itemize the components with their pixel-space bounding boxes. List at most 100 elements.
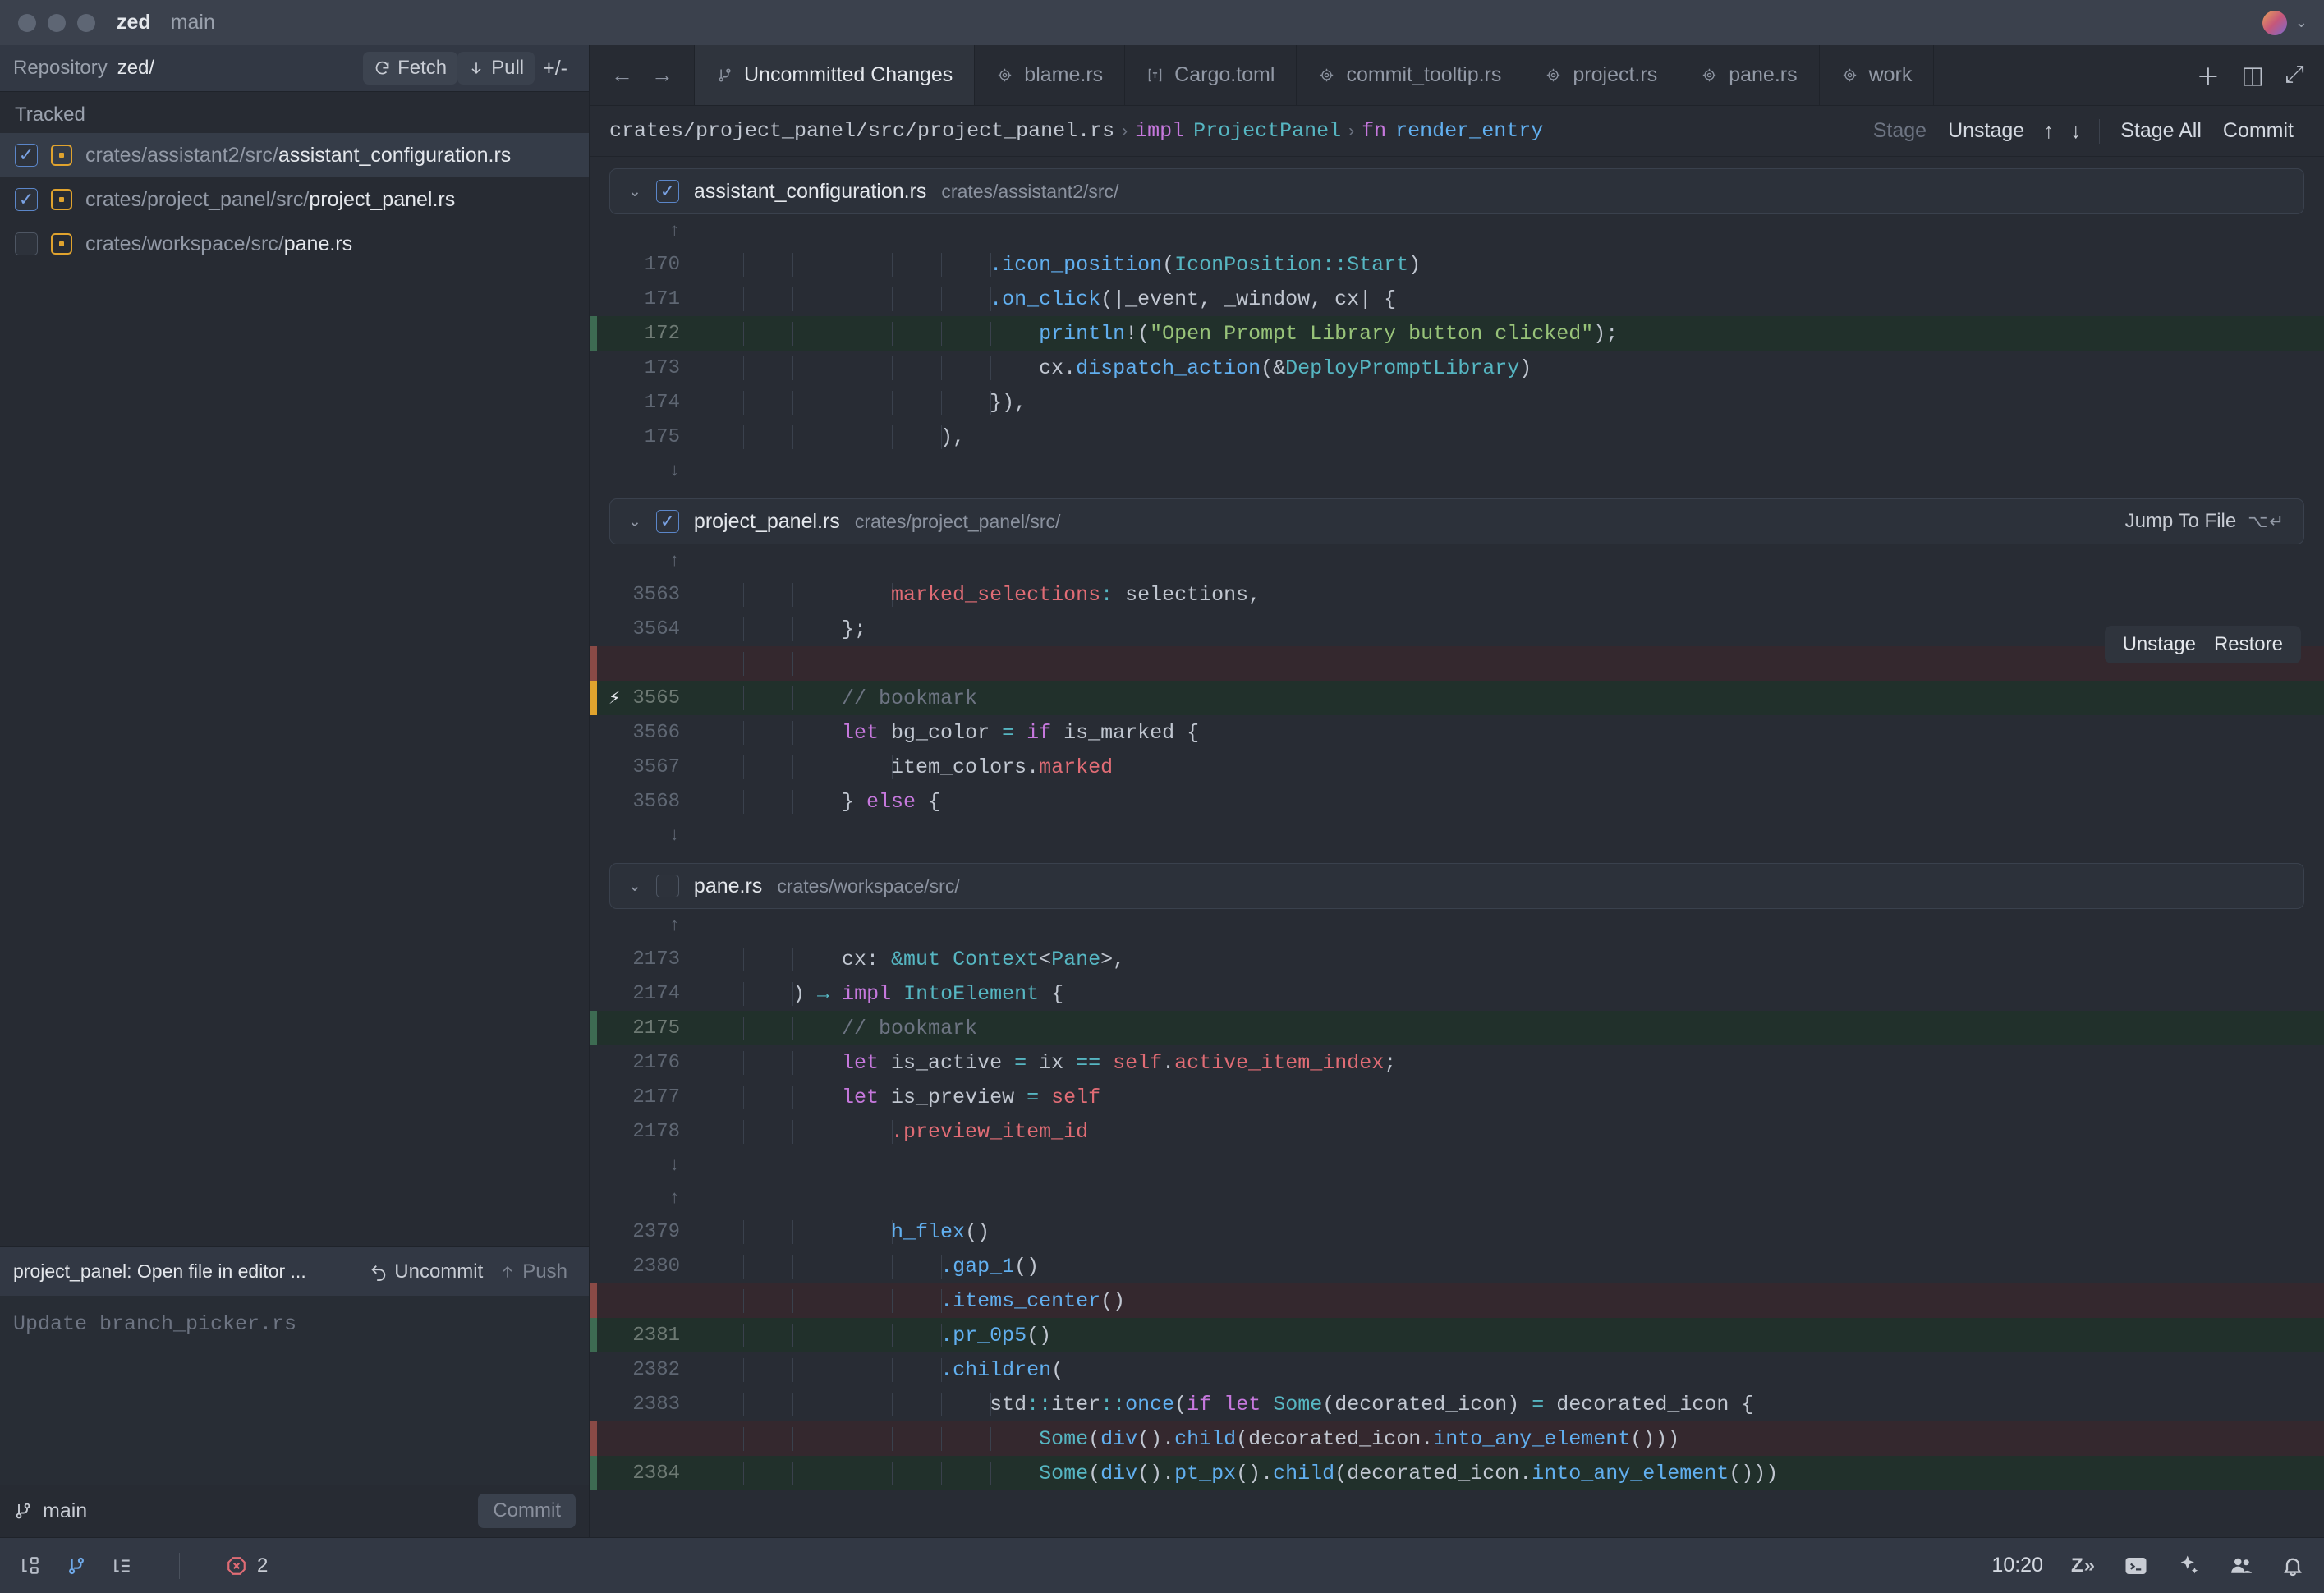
expand-hunk-button[interactable]: ↑ bbox=[590, 909, 2324, 942]
file-stage-checkbox[interactable] bbox=[15, 232, 38, 255]
commit-button[interactable]: Commit bbox=[478, 1494, 576, 1528]
diff-file-header[interactable]: ⌄ pane.rs crates/workspace/src/ bbox=[609, 863, 2304, 909]
project-name[interactable]: zed bbox=[117, 11, 151, 34]
expand-hunk-button[interactable]: ↑ bbox=[590, 214, 2324, 247]
tab-blame-rs[interactable]: blame.rs bbox=[974, 45, 1126, 105]
outline-panel-icon[interactable] bbox=[112, 1555, 133, 1577]
changed-file-row[interactable]: crates/assistant2/src/assistant_configur… bbox=[0, 133, 589, 177]
diff-line[interactable]: 2384 Some(div().pt_px().child(decorated_… bbox=[590, 1456, 2324, 1490]
git-panel-icon[interactable] bbox=[66, 1555, 87, 1577]
zed-predict-icon[interactable]: Z» bbox=[2071, 1554, 2096, 1577]
tab-uncommitted-changes[interactable]: Uncommitted Changes bbox=[694, 45, 976, 105]
diff-file-header[interactable]: ⌄ assistant_configuration.rs crates/assist… bbox=[609, 168, 2304, 214]
branch-name[interactable]: main bbox=[171, 11, 215, 34]
stage-all-button[interactable]: Stage All bbox=[2110, 119, 2212, 143]
diff-line[interactable]: 3568 } else { bbox=[590, 784, 2324, 819]
tab-project-rs[interactable]: project.rs bbox=[1523, 45, 1680, 105]
chevron-down-icon[interactable]: ⌄ bbox=[628, 877, 641, 896]
diff-line[interactable]: 2174 ) → impl IntoElement { bbox=[590, 976, 2324, 1011]
close-window-button[interactable] bbox=[18, 13, 36, 32]
tab-work[interactable]: work bbox=[1818, 45, 1935, 105]
repository-name[interactable]: zed/ bbox=[117, 57, 154, 80]
maximize-window-button[interactable] bbox=[77, 13, 95, 32]
diagnostics-status[interactable]: 2 bbox=[226, 1554, 268, 1577]
collab-people-icon[interactable] bbox=[2229, 1554, 2253, 1578]
diff-line[interactable]: 2173 cx: &mut Context<Pane>, bbox=[590, 942, 2324, 976]
diff-line[interactable]: .items_center() bbox=[590, 1283, 2324, 1318]
pull-button[interactable]: Pull bbox=[457, 52, 535, 85]
diff-line[interactable]: 175 ), bbox=[590, 420, 2324, 454]
restore-hunk-button[interactable]: Restore bbox=[2214, 633, 2283, 656]
file-stage-checkbox[interactable] bbox=[15, 188, 38, 211]
notifications-bell-icon[interactable] bbox=[2281, 1554, 2304, 1577]
unstage-hunk-button[interactable]: Unstage bbox=[2123, 633, 2196, 656]
assistant-sparkle-icon[interactable] bbox=[2176, 1554, 2201, 1578]
diff-line[interactable]: 170 .icon_position(IconPosition::Start) bbox=[590, 247, 2324, 282]
breadcrumb-fn-name[interactable]: render_entry bbox=[1395, 119, 1543, 143]
expand-hunk-button[interactable]: ↑ bbox=[590, 1182, 2324, 1214]
tab-commit-tooltip-rs[interactable]: commit_tooltip.rs bbox=[1296, 45, 1524, 105]
hunk-hover-actions[interactable]: Unstage Restore bbox=[2104, 626, 2301, 663]
expand-hunk-button[interactable]: ↓ bbox=[590, 819, 2324, 852]
unstage-button[interactable]: Unstage bbox=[1937, 119, 2035, 143]
chevron-down-icon[interactable]: ⌄ bbox=[628, 512, 641, 531]
avatar[interactable] bbox=[2262, 10, 2287, 35]
tab-cargo-toml[interactable]: Cargo.toml bbox=[1124, 45, 1297, 105]
diff-line[interactable]: 3566 let bg_color = if is_marked { bbox=[590, 715, 2324, 750]
diff-line[interactable]: 2383 std::iter::once(if let Some(decorat… bbox=[590, 1387, 2324, 1421]
diff-line[interactable]: 2380 .gap_1() bbox=[590, 1249, 2324, 1283]
diff-line[interactable]: 3563 marked_selections: selections, bbox=[590, 577, 2324, 612]
diff-line[interactable] bbox=[590, 646, 2324, 681]
diff-line[interactable]: 2382 .children( bbox=[590, 1352, 2324, 1387]
stage-button[interactable]: Stage bbox=[1862, 119, 1937, 143]
file-stage-checkbox[interactable] bbox=[15, 144, 38, 167]
diff-view[interactable]: ⌄ assistant_configuration.rs crates/assist… bbox=[590, 157, 2324, 1537]
navigate-forward-button[interactable]: → bbox=[651, 62, 673, 88]
diff-line[interactable]: 3564 }; bbox=[590, 612, 2324, 646]
diff-line[interactable]: 171 .on_click(|_event, _window, cx| { bbox=[590, 282, 2324, 316]
arrow-up-icon[interactable]: ↑ bbox=[2035, 118, 2062, 144]
fetch-button[interactable]: Fetch bbox=[363, 52, 458, 85]
diff-file-header[interactable]: ⌄ project_panel.rs crates/project_panel/sr… bbox=[609, 498, 2304, 544]
minimize-window-button[interactable] bbox=[48, 13, 66, 32]
diff-line[interactable]: 2176 let is_active = ix == self.active_i… bbox=[590, 1045, 2324, 1080]
window-controls[interactable] bbox=[18, 13, 95, 32]
project-panel-icon[interactable] bbox=[20, 1555, 41, 1577]
current-branch-label[interactable]: main bbox=[43, 1499, 87, 1523]
commit-button-toolbar[interactable]: Commit bbox=[2212, 119, 2304, 143]
diff-line[interactable]: 2379 h_flex() bbox=[590, 1214, 2324, 1249]
diff-line[interactable]: 2175 // bookmark bbox=[590, 1011, 2324, 1045]
zoom-pane-button[interactable]: ⤢ bbox=[2285, 62, 2304, 89]
breadcrumb-impl-type[interactable]: ProjectPanel bbox=[1193, 119, 1341, 143]
expand-hunk-button[interactable]: ↓ bbox=[590, 1149, 2324, 1182]
terminal-icon[interactable] bbox=[2124, 1554, 2148, 1578]
file-stage-checkbox[interactable] bbox=[655, 875, 679, 897]
diff-line[interactable]: 2177 let is_preview = self bbox=[590, 1080, 2324, 1114]
file-stage-checkbox[interactable] bbox=[655, 510, 679, 533]
changed-file-row[interactable]: crates/workspace/src/pane.rs bbox=[0, 222, 589, 266]
diff-line[interactable]: 2178 .preview_item_id bbox=[590, 1114, 2324, 1149]
arrow-down-icon[interactable]: ↓ bbox=[2062, 118, 2089, 144]
push-button[interactable]: Push bbox=[491, 1257, 576, 1287]
breadcrumb[interactable]: crates/project_panel/src/project_panel.r… bbox=[609, 119, 1543, 143]
navigate-back-button[interactable]: ← bbox=[611, 62, 633, 88]
last-commit-message[interactable]: project_panel: Open file in editor ... bbox=[13, 1260, 306, 1283]
chevron-down-icon[interactable]: ⌄ bbox=[628, 182, 641, 201]
new-tab-button[interactable]: ＋ bbox=[2196, 58, 2220, 93]
chevron-down-icon[interactable]: ⌄ bbox=[2295, 14, 2308, 31]
expand-hunk-button[interactable]: ↑ bbox=[590, 544, 2324, 577]
jump-to-file-button[interactable]: Jump To File bbox=[2125, 510, 2237, 533]
diff-line[interactable]: 173 cx.dispatch_action(&DeployPromptLibr… bbox=[590, 351, 2324, 385]
file-stage-checkbox[interactable] bbox=[655, 180, 679, 203]
expand-hunk-button[interactable]: ↓ bbox=[590, 454, 2324, 487]
tab-pane-rs[interactable]: pane.rs bbox=[1679, 45, 1820, 105]
breakpoint-bolt-icon[interactable]: ⚡ bbox=[609, 686, 620, 710]
changed-file-row[interactable]: crates/project_panel/src/project_panel.r… bbox=[0, 177, 589, 222]
diff-line[interactable]: Some(div().child(decorated_icon.into_any… bbox=[590, 1421, 2324, 1456]
diff-line[interactable]: ⚡ 3565 // bookmark bbox=[590, 681, 2324, 715]
diff-line[interactable]: 2381 .pr_0p5() bbox=[590, 1318, 2324, 1352]
diff-line[interactable]: 174 }), bbox=[590, 385, 2324, 420]
breadcrumb-file-path[interactable]: crates/project_panel/src/project_panel.r… bbox=[609, 119, 1114, 143]
commit-message-input[interactable]: Update branch_picker.rs bbox=[0, 1296, 589, 1485]
diff-line[interactable]: 3567 item_colors.marked bbox=[590, 750, 2324, 784]
